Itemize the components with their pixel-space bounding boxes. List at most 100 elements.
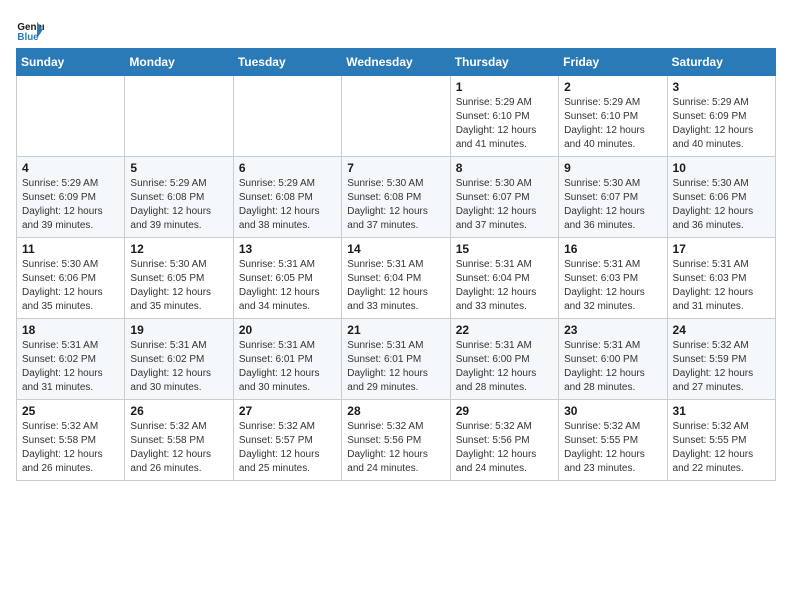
day-info: Sunrise: 5:32 AMSunset: 5:55 PMDaylight:…	[564, 420, 661, 476]
logo: General Blue	[16, 16, 44, 44]
day-info: Sunrise: 5:32 AMSunset: 5:56 PMDaylight:…	[456, 420, 553, 476]
calendar-cell: 2 Sunrise: 5:29 AMSunset: 6:10 PMDaylight…	[559, 76, 667, 157]
day-info: Sunrise: 5:30 AMSunset: 6:07 PMDaylight:…	[564, 177, 661, 233]
day-number: 3	[673, 80, 770, 94]
day-info: Sunrise: 5:31 AMSunset: 6:00 PMDaylight:…	[456, 339, 553, 395]
day-number: 2	[564, 80, 661, 94]
day-info: Sunrise: 5:31 AMSunset: 6:01 PMDaylight:…	[239, 339, 336, 395]
calendar-cell: 9Sunrise: 5:30 AMSunset: 6:07 PMDaylight…	[559, 157, 667, 238]
calendar-cell: 5 Sunrise: 5:29 AMSunset: 6:08 PMDaylight…	[125, 157, 233, 238]
calendar-cell: 25 Sunrise: 5:32 AMSunset: 5:58 PMDayligh…	[17, 400, 125, 481]
day-info: Sunrise: 5:31 AMSunset: 6:04 PMDaylight:…	[347, 258, 444, 314]
day-info: Sunrise: 5:30 AMSunset: 6:05 PMDaylight:…	[130, 258, 227, 314]
day-number: 22	[456, 323, 553, 337]
calendar-cell: 29 Sunrise: 5:32 AMSunset: 5:56 PMDayligh…	[450, 400, 558, 481]
calendar-cell: 27 Sunrise: 5:32 AMSunset: 5:57 PMDayligh…	[233, 400, 341, 481]
calendar-cell: 7 Sunrise: 5:30 AMSunset: 6:08 PMDaylight…	[342, 157, 450, 238]
calendar-cell	[342, 76, 450, 157]
day-number: 28	[347, 404, 444, 418]
day-info: Sunrise: 5:32 AMSunset: 5:57 PMDaylight:…	[239, 420, 336, 476]
calendar-cell	[125, 76, 233, 157]
day-number: 26	[130, 404, 227, 418]
calendar-week-row: 25 Sunrise: 5:32 AMSunset: 5:58 PMDayligh…	[17, 400, 776, 481]
day-number: 10	[673, 161, 770, 175]
calendar-cell: 24Sunrise: 5:32 AMSunset: 5:59 PMDayligh…	[667, 319, 775, 400]
day-info: Sunrise: 5:30 AMSunset: 6:08 PMDaylight:…	[347, 177, 444, 233]
calendar-cell: 22 Sunrise: 5:31 AMSunset: 6:00 PMDayligh…	[450, 319, 558, 400]
day-of-week-header: Tuesday	[233, 49, 341, 76]
day-info: Sunrise: 5:32 AMSunset: 5:55 PMDaylight:…	[673, 420, 770, 476]
calendar-week-row: 18 Sunrise: 5:31 AMSunset: 6:02 PMDayligh…	[17, 319, 776, 400]
calendar-cell: 1 Sunrise: 5:29 AMSunset: 6:10 PMDaylight…	[450, 76, 558, 157]
calendar-cell: 26 Sunrise: 5:32 AMSunset: 5:58 PMDayligh…	[125, 400, 233, 481]
day-number: 14	[347, 242, 444, 256]
day-info: Sunrise: 5:29 AMSunset: 6:09 PMDaylight:…	[22, 177, 119, 233]
day-number: 20	[239, 323, 336, 337]
calendar-cell: 19Sunrise: 5:31 AMSunset: 6:02 PMDayligh…	[125, 319, 233, 400]
day-info: Sunrise: 5:30 AMSunset: 6:07 PMDaylight:…	[456, 177, 553, 233]
day-number: 17	[673, 242, 770, 256]
calendar-cell: 6Sunrise: 5:29 AMSunset: 6:08 PMDaylight…	[233, 157, 341, 238]
calendar-cell	[233, 76, 341, 157]
day-info: Sunrise: 5:29 AMSunset: 6:10 PMDaylight:…	[564, 96, 661, 152]
day-info: Sunrise: 5:29 AMSunset: 6:08 PMDaylight:…	[130, 177, 227, 233]
day-number: 21	[347, 323, 444, 337]
calendar-cell: 12 Sunrise: 5:30 AMSunset: 6:05 PMDayligh…	[125, 238, 233, 319]
day-info: Sunrise: 5:31 AMSunset: 6:00 PMDaylight:…	[564, 339, 661, 395]
day-number: 1	[456, 80, 553, 94]
day-info: Sunrise: 5:31 AMSunset: 6:04 PMDaylight:…	[456, 258, 553, 314]
logo-icon: General Blue	[16, 16, 44, 44]
day-info: Sunrise: 5:30 AMSunset: 6:06 PMDaylight:…	[673, 177, 770, 233]
calendar-cell: 21 Sunrise: 5:31 AMSunset: 6:01 PMDayligh…	[342, 319, 450, 400]
day-info: Sunrise: 5:29 AMSunset: 6:09 PMDaylight:…	[673, 96, 770, 152]
calendar-table: SundayMondayTuesdayWednesdayThursdayFrid…	[16, 48, 776, 481]
page-header: General Blue	[16, 16, 776, 44]
calendar-cell: 11 Sunrise: 5:30 AMSunset: 6:06 PMDayligh…	[17, 238, 125, 319]
calendar-week-row: 11 Sunrise: 5:30 AMSunset: 6:06 PMDayligh…	[17, 238, 776, 319]
day-info: Sunrise: 5:29 AMSunset: 6:10 PMDaylight:…	[456, 96, 553, 152]
day-number: 19	[130, 323, 227, 337]
day-of-week-header: Saturday	[667, 49, 775, 76]
day-number: 5	[130, 161, 227, 175]
day-number: 4	[22, 161, 119, 175]
day-number: 30	[564, 404, 661, 418]
calendar-cell: 4 Sunrise: 5:29 AMSunset: 6:09 PMDaylight…	[17, 157, 125, 238]
calendar-cell: 31Sunrise: 5:32 AMSunset: 5:55 PMDayligh…	[667, 400, 775, 481]
day-of-week-header: Monday	[125, 49, 233, 76]
day-number: 8	[456, 161, 553, 175]
day-of-week-header: Friday	[559, 49, 667, 76]
day-number: 27	[239, 404, 336, 418]
calendar-week-row: 1 Sunrise: 5:29 AMSunset: 6:10 PMDaylight…	[17, 76, 776, 157]
calendar-cell: 30 Sunrise: 5:32 AMSunset: 5:55 PMDayligh…	[559, 400, 667, 481]
day-info: Sunrise: 5:32 AMSunset: 5:58 PMDaylight:…	[22, 420, 119, 476]
day-info: Sunrise: 5:31 AMSunset: 6:03 PMDaylight:…	[673, 258, 770, 314]
day-number: 15	[456, 242, 553, 256]
day-number: 11	[22, 242, 119, 256]
calendar-header-row: SundayMondayTuesdayWednesdayThursdayFrid…	[17, 49, 776, 76]
calendar-week-row: 4 Sunrise: 5:29 AMSunset: 6:09 PMDaylight…	[17, 157, 776, 238]
day-info: Sunrise: 5:32 AMSunset: 5:59 PMDaylight:…	[673, 339, 770, 395]
calendar-cell: 28 Sunrise: 5:32 AMSunset: 5:56 PMDayligh…	[342, 400, 450, 481]
day-of-week-header: Wednesday	[342, 49, 450, 76]
calendar-cell: 16Sunrise: 5:31 AMSunset: 6:03 PMDayligh…	[559, 238, 667, 319]
day-number: 18	[22, 323, 119, 337]
calendar-cell: 23Sunrise: 5:31 AMSunset: 6:00 PMDayligh…	[559, 319, 667, 400]
day-info: Sunrise: 5:32 AMSunset: 5:56 PMDaylight:…	[347, 420, 444, 476]
day-number: 7	[347, 161, 444, 175]
day-info: Sunrise: 5:31 AMSunset: 6:02 PMDaylight:…	[22, 339, 119, 395]
day-info: Sunrise: 5:30 AMSunset: 6:06 PMDaylight:…	[22, 258, 119, 314]
calendar-cell: 15 Sunrise: 5:31 AMSunset: 6:04 PMDayligh…	[450, 238, 558, 319]
calendar-cell: 8 Sunrise: 5:30 AMSunset: 6:07 PMDaylight…	[450, 157, 558, 238]
day-number: 25	[22, 404, 119, 418]
day-info: Sunrise: 5:32 AMSunset: 5:58 PMDaylight:…	[130, 420, 227, 476]
calendar-cell: 20 Sunrise: 5:31 AMSunset: 6:01 PMDayligh…	[233, 319, 341, 400]
day-number: 12	[130, 242, 227, 256]
day-number: 29	[456, 404, 553, 418]
day-of-week-header: Sunday	[17, 49, 125, 76]
calendar-cell: 18 Sunrise: 5:31 AMSunset: 6:02 PMDayligh…	[17, 319, 125, 400]
day-info: Sunrise: 5:31 AMSunset: 6:01 PMDaylight:…	[347, 339, 444, 395]
calendar-cell: 10 Sunrise: 5:30 AMSunset: 6:06 PMDayligh…	[667, 157, 775, 238]
calendar-cell	[17, 76, 125, 157]
day-info: Sunrise: 5:31 AMSunset: 6:05 PMDaylight:…	[239, 258, 336, 314]
day-of-week-header: Thursday	[450, 49, 558, 76]
